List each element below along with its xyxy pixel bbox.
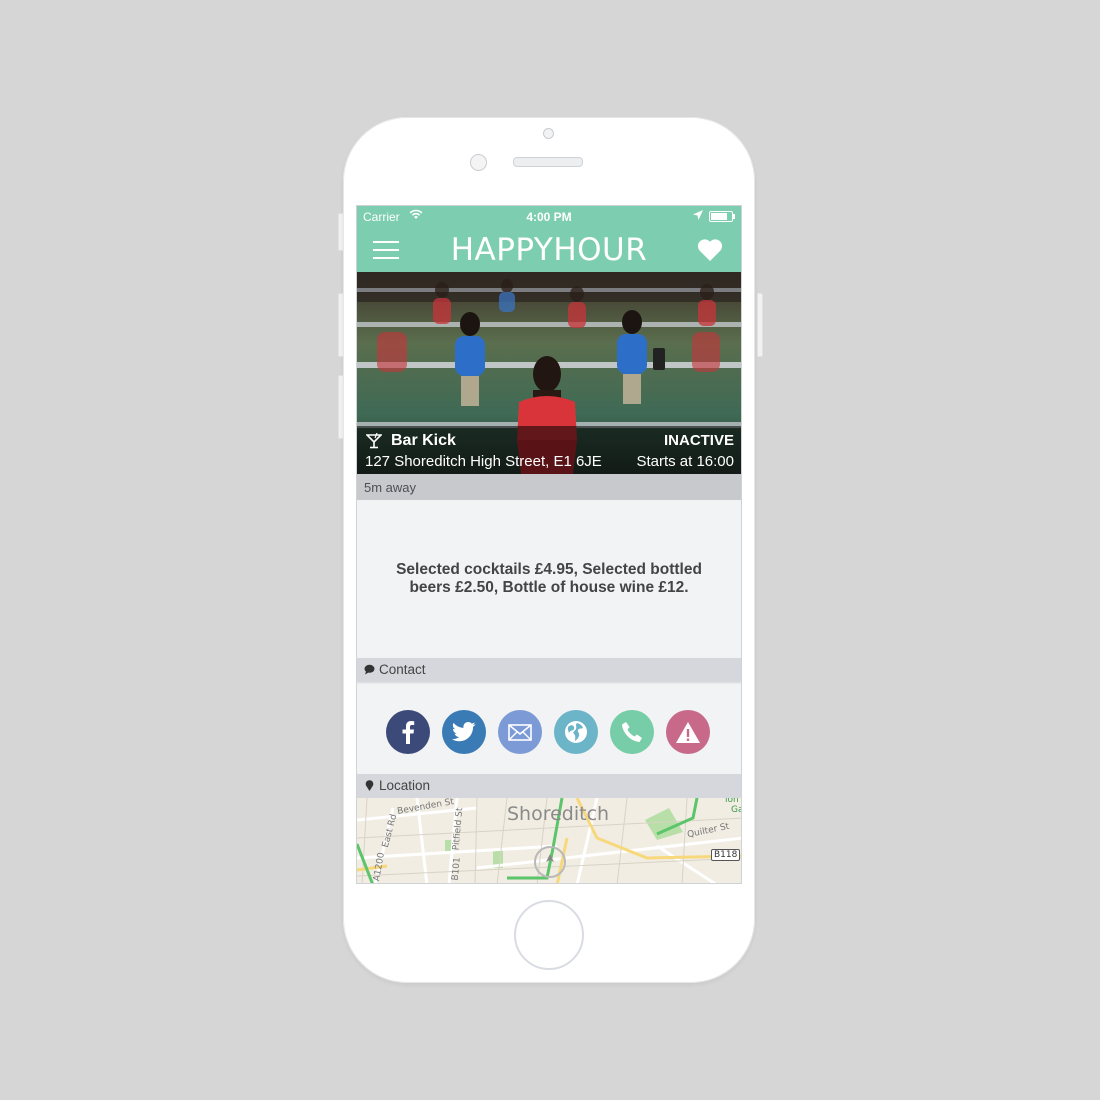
venue-hero: Bar Kick 127 Shoreditch High Street, E1 … xyxy=(357,272,741,474)
distance-bar: 5m away xyxy=(357,474,741,500)
location-label: Location xyxy=(379,778,431,793)
phone-icon xyxy=(622,722,642,742)
power-button xyxy=(757,293,763,357)
venue-address: 127 Shoreditch High Street, E1 6JE xyxy=(365,453,602,470)
map-corner-label-2: Ga xyxy=(731,805,741,815)
nav-bar: HAPPYHOUR xyxy=(357,226,741,272)
status-time: 4:00 PM xyxy=(526,210,572,224)
earpiece-speaker xyxy=(513,157,583,167)
home-button[interactable] xyxy=(514,900,584,970)
proximity-sensor xyxy=(543,128,554,139)
report-button[interactable] xyxy=(666,710,710,754)
distance-label: 5m away xyxy=(364,480,417,495)
globe-icon xyxy=(565,721,587,743)
chat-bubble-icon xyxy=(364,664,375,675)
venue-name: Bar Kick xyxy=(391,432,456,449)
contact-label: Contact xyxy=(379,662,426,677)
status-bar: Carrier 4:00 PM xyxy=(357,206,741,226)
facebook-icon xyxy=(402,721,415,744)
map-road-b118: B118 xyxy=(711,849,741,861)
map-road-b101: B101 xyxy=(450,856,463,882)
heart-icon[interactable] xyxy=(697,238,723,262)
website-button[interactable] xyxy=(554,710,598,754)
call-button[interactable] xyxy=(610,710,654,754)
cocktail-icon xyxy=(366,433,382,449)
venue-info-overlay: Bar Kick 127 Shoreditch High Street, E1 … xyxy=(357,426,741,474)
twitter-icon xyxy=(452,722,476,742)
warning-icon xyxy=(676,721,700,743)
status-badge: INACTIVE xyxy=(663,432,734,449)
location-header: Location xyxy=(357,774,741,798)
map-area-label: Shoreditch xyxy=(507,803,610,825)
facebook-button[interactable] xyxy=(386,710,430,754)
app-screen: Carrier 4:00 PM HAPPYHOUR Bar Kick 127 S… xyxy=(356,205,742,884)
location-arrow-icon xyxy=(693,210,703,220)
email-button[interactable] xyxy=(498,710,542,754)
contact-buttons xyxy=(357,682,741,774)
deal-description: Selected cocktails £4.95, Selected bottl… xyxy=(396,561,702,596)
front-camera xyxy=(470,154,487,171)
contact-header: Contact xyxy=(357,658,741,682)
start-time: Starts at 16:00 xyxy=(636,453,734,470)
deal-box: Selected cocktails £4.95, Selected bottl… xyxy=(357,500,741,658)
twitter-button[interactable] xyxy=(442,710,486,754)
battery-icon xyxy=(709,211,735,222)
map-pin-icon xyxy=(365,780,374,791)
app-logo: HAPPYHOUR xyxy=(450,232,648,268)
map-corner-label: ion xyxy=(725,798,739,805)
location-map[interactable]: Shoreditch Bevenden St East Rd Pitfield … xyxy=(357,798,741,883)
mail-icon xyxy=(508,723,532,741)
